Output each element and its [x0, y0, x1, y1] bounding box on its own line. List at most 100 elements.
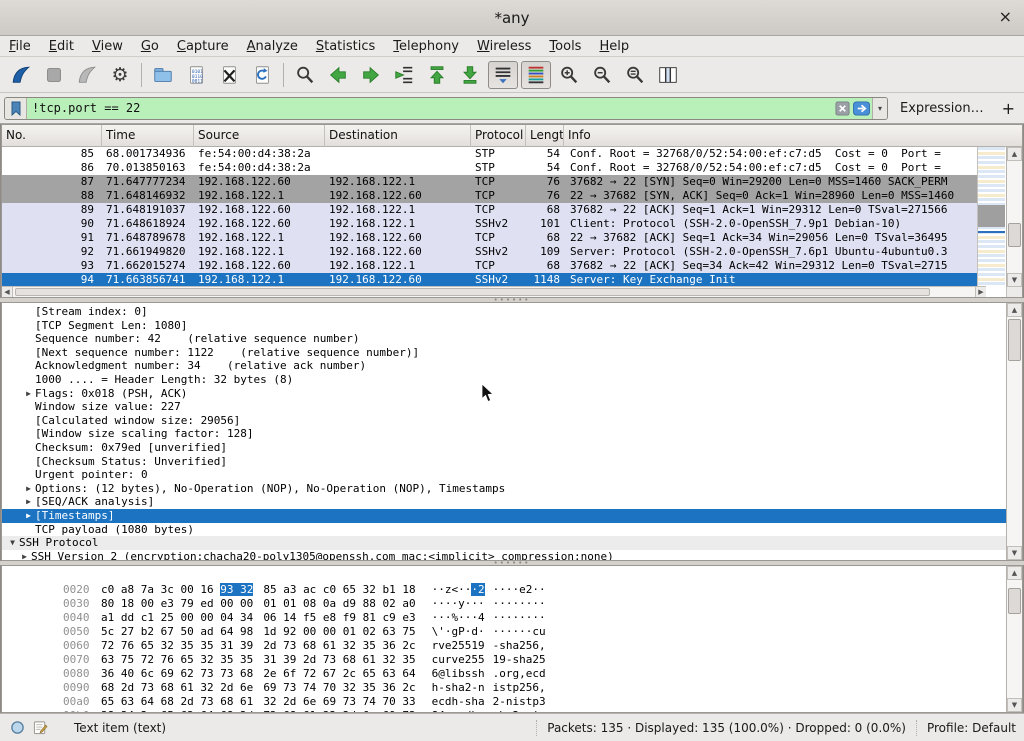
detail-line[interactable]: ▼ SSH Protocol [2, 536, 1006, 550]
details-vscrollbar[interactable]: ▲ ▼ [1006, 303, 1022, 560]
close-window-button[interactable]: × [999, 8, 1012, 26]
expand-arrow-icon[interactable]: ▶ [22, 509, 35, 523]
detail-line[interactable]: [Window size scaling factor: 128] [2, 427, 1006, 441]
expand-arrow-icon[interactable]: ▶ [22, 387, 35, 401]
expert-info-icon[interactable] [10, 720, 25, 735]
column-header[interactable]: Protocol [471, 125, 526, 147]
scroll-down-arrow-icon[interactable]: ▼ [1007, 546, 1022, 560]
intelligent-scrollbar-minimap[interactable] [977, 147, 1005, 287]
packet-row[interactable]: 91 71.648789678 192.168.122.1 192.168.12… [2, 231, 979, 245]
scrollbar-thumb[interactable] [1008, 319, 1021, 361]
find-packet-button[interactable] [290, 61, 320, 89]
scroll-right-arrow-icon[interactable]: ▶ [975, 287, 986, 297]
scrollbar-thumb[interactable] [1008, 223, 1021, 247]
packet-row[interactable]: 94 71.663856741 192.168.122.1 192.168.12… [2, 273, 979, 287]
scroll-down-arrow-icon[interactable]: ▼ [1007, 698, 1022, 712]
scrollbar-thumb[interactable] [1008, 588, 1021, 614]
column-header[interactable]: Destination [325, 125, 471, 147]
scroll-up-arrow-icon[interactable]: ▲ [1007, 566, 1022, 580]
detail-line[interactable]: [Checksum Status: Unverified] [2, 455, 1006, 469]
expand-arrow-icon[interactable] [22, 305, 35, 319]
expand-arrow-icon[interactable]: ▶ [22, 482, 35, 496]
close-file-button[interactable] [214, 61, 244, 89]
detail-line[interactable]: Acknowledgment number: 34 (relative ack … [2, 359, 1006, 373]
menu-item[interactable]: Statistics [307, 37, 384, 56]
detail-line[interactable]: ▶ [SEQ/ACK analysis] [2, 495, 1006, 509]
column-header[interactable]: No. [2, 125, 102, 147]
expand-arrow-icon[interactable] [22, 332, 35, 346]
menu-item[interactable]: Wireless [468, 37, 540, 56]
expand-arrow-icon[interactable]: ▶ [18, 550, 31, 560]
menu-item[interactable]: Telephony [384, 37, 468, 56]
detail-line[interactable]: [TCP Segment Len: 1080] [2, 319, 1006, 333]
detail-line[interactable]: ▶ [Timestamps] [2, 509, 1006, 523]
detail-line[interactable]: Urgent pointer: 0 [2, 468, 1006, 482]
packet-row[interactable]: 90 71.648618924 192.168.122.60 192.168.1… [2, 217, 979, 231]
profile-label[interactable]: Profile: Default [927, 721, 1016, 735]
go-forward-button[interactable] [356, 61, 386, 89]
menu-item[interactable]: Go [132, 37, 168, 56]
go-back-button[interactable] [323, 61, 353, 89]
open-file-button[interactable] [148, 61, 178, 89]
hex-row[interactable]: 0020c0 a8 7a 3c 00 16 93 3285 a3 ac c0 6… [10, 569, 546, 583]
scroll-down-arrow-icon[interactable]: ▼ [1007, 273, 1022, 287]
scroll-up-arrow-icon[interactable]: ▲ [1007, 303, 1022, 317]
detail-line[interactable]: 1000 .... = Header Length: 32 bytes (8) [2, 373, 1006, 387]
detail-line[interactable]: [Next sequence number: 1122 (relative se… [2, 346, 1006, 360]
expand-arrow-icon[interactable] [22, 468, 35, 482]
detail-line[interactable]: Checksum: 0x79ed [unverified] [2, 441, 1006, 455]
detail-line[interactable]: Window size value: 227 [2, 400, 1006, 414]
menu-item[interactable]: Edit [40, 37, 83, 56]
expand-arrow-icon[interactable] [22, 441, 35, 455]
expand-arrow-icon[interactable] [22, 427, 35, 441]
detail-line[interactable]: ▶ Flags: 0x018 (PSH, ACK) [2, 387, 1006, 401]
display-filter-input[interactable] [27, 101, 834, 115]
add-filter-button[interactable]: + [1002, 99, 1015, 118]
detail-line[interactable]: ▶ Options: (12 bytes), No-Operation (NOP… [2, 482, 1006, 496]
reload-file-button[interactable] [247, 61, 277, 89]
expand-arrow-icon[interactable] [22, 523, 35, 537]
expand-arrow-icon[interactable]: ▶ [22, 495, 35, 509]
menu-item[interactable]: Capture [168, 37, 238, 56]
resize-columns-button[interactable] [653, 61, 683, 89]
packet-row[interactable]: 87 71.647777234 192.168.122.60 192.168.1… [2, 175, 979, 189]
packet-row[interactable]: 92 71.661949820 192.168.122.1 192.168.12… [2, 245, 979, 259]
filter-bookmark-button[interactable] [5, 98, 27, 119]
scroll-up-arrow-icon[interactable]: ▲ [1007, 147, 1022, 161]
scroll-left-arrow-icon[interactable]: ◀ [2, 287, 13, 297]
expand-arrow-icon[interactable] [22, 400, 35, 414]
menu-item[interactable]: Tools [540, 37, 590, 56]
expand-arrow-icon[interactable] [22, 346, 35, 360]
expand-arrow-icon[interactable] [22, 359, 35, 373]
colorize-button[interactable] [521, 61, 551, 89]
packet-row[interactable]: 85 68.001734936 fe:54:00:d4:38:2a STP 54… [2, 147, 979, 161]
restart-capture-button[interactable] [72, 61, 102, 89]
packet-row[interactable]: 86 70.013850163 fe:54:00:d4:38:2a STP 54… [2, 161, 979, 175]
go-to-packet-button[interactable] [389, 61, 419, 89]
menu-item[interactable]: Analyze [238, 37, 307, 56]
expression-button[interactable]: Expression… [900, 101, 984, 116]
filter-clear-button[interactable] [834, 100, 851, 117]
expand-arrow-icon[interactable] [22, 414, 35, 428]
column-header[interactable]: Length [526, 125, 564, 147]
filter-apply-button[interactable] [853, 100, 870, 117]
expand-arrow-icon[interactable] [22, 455, 35, 469]
start-capture-button[interactable] [6, 61, 36, 89]
expand-arrow-icon[interactable] [22, 373, 35, 387]
zoom-out-button[interactable] [587, 61, 617, 89]
scrollbar-thumb[interactable] [15, 288, 930, 296]
go-first-packet-button[interactable] [422, 61, 452, 89]
packet-row[interactable]: 89 71.648191037 192.168.122.60 192.168.1… [2, 203, 979, 217]
column-header[interactable]: Time [102, 125, 194, 147]
menu-item[interactable]: View [83, 37, 132, 56]
go-last-packet-button[interactable] [455, 61, 485, 89]
zoom-original-button[interactable] [620, 61, 650, 89]
detail-line[interactable]: [Calculated window size: 29056] [2, 414, 1006, 428]
filter-history-dropdown[interactable]: ▾ [872, 98, 887, 119]
menu-item[interactable]: Help [590, 37, 638, 56]
capture-options-button[interactable]: ⚙ [105, 61, 135, 89]
zoom-in-button[interactable] [554, 61, 584, 89]
packet-row[interactable]: 88 71.648146932 192.168.122.1 192.168.12… [2, 189, 979, 203]
save-file-button[interactable]: 010101100011 [181, 61, 211, 89]
packet-row[interactable]: 93 71.662015274 192.168.122.60 192.168.1… [2, 259, 979, 273]
